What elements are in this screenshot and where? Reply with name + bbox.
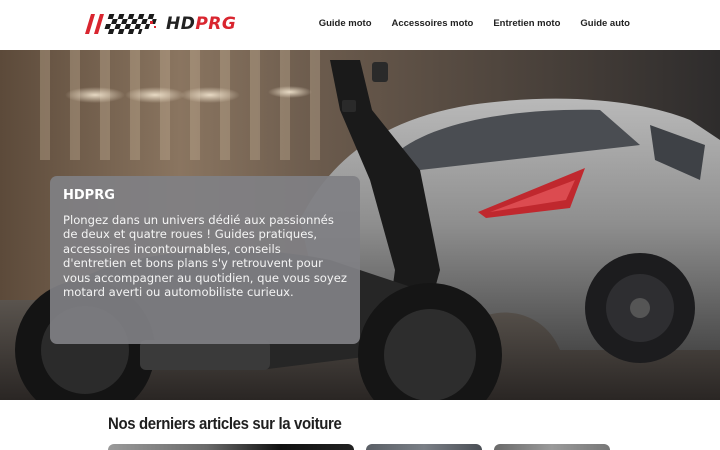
site-header: HDPRG Guide moto Accessoires moto Entret… [0,0,720,50]
hero-intro-card: HDPRG Plongez dans un univers dédié aux … [50,176,360,344]
latest-articles-heading: Nos derniers articles sur la voiture [108,414,342,433]
nav-link-accessoires-moto[interactable]: Accessoires moto [392,18,474,29]
checkered-flag-icon [85,14,160,34]
logo-text: HDPRG [166,14,236,34]
nav-link-guide-auto[interactable]: Guide auto [580,18,630,29]
article-thumbnail[interactable] [108,444,354,450]
hero-title: HDPRG [63,188,115,203]
site-logo[interactable]: HDPRG [82,12,236,36]
logo-text-prg: PRG [195,14,237,34]
logo-text-hd: HD [166,14,196,34]
article-thumbnail[interactable] [366,444,482,450]
hero-banner: HDPRG Plongez dans un univers dédié aux … [0,50,720,400]
main-nav: Guide moto Accessoires moto Entretien mo… [319,18,630,29]
hero-description: Plongez dans un univers dédié aux passio… [63,213,347,300]
article-thumbnail[interactable] [494,444,610,450]
nav-link-entretien-moto[interactable]: Entretien moto [493,18,560,29]
nav-link-guide-moto[interactable]: Guide moto [319,18,372,29]
